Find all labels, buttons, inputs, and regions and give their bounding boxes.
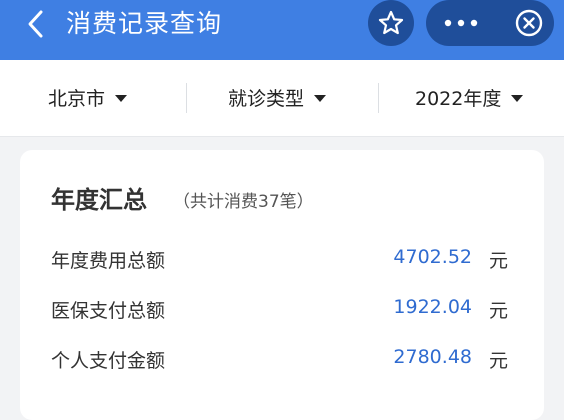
personal-paid-value: 2780.48: [393, 346, 472, 368]
star-outline-icon: [378, 10, 404, 35]
caret-down-icon: [115, 95, 128, 102]
year-filter-label: 2022年度: [415, 87, 502, 110]
visit-type-filter-label: 就诊类型: [228, 87, 305, 110]
visit-type-filter-dropdown[interactable]: 就诊类型: [228, 60, 327, 136]
more-dots-icon: [444, 19, 478, 27]
insurance-paid-label: 医保支付总额: [51, 300, 166, 322]
total-cost-value: 4702.52: [393, 246, 472, 268]
filter-divider: [186, 83, 187, 113]
filter-divider: [378, 83, 379, 113]
chevron-left-icon: [28, 10, 43, 38]
insurance-paid-unit: 元: [489, 300, 509, 322]
top-nav-bar: 消费记录查询: [0, 0, 564, 60]
summary-count: （共计消费37笔）: [173, 192, 314, 212]
year-filter-dropdown[interactable]: 2022年度: [415, 60, 524, 136]
close-circle-icon: [515, 9, 543, 37]
total-cost-label: 年度费用总额: [51, 250, 166, 272]
city-filter-label: 北京市: [48, 87, 106, 110]
page-title: 消费记录查询: [66, 9, 223, 38]
city-filter-dropdown[interactable]: 北京市: [48, 60, 128, 136]
annual-summary-card: 年度汇总 （共计消费37笔） 年度费用总额 4702.52 元 医保支付总额 1…: [20, 150, 544, 420]
close-button[interactable]: [504, 0, 554, 46]
favorite-button[interactable]: [368, 0, 414, 46]
summary-title: 年度汇总: [51, 186, 147, 214]
insurance-paid-value: 1922.04: [393, 296, 472, 318]
personal-paid-label: 个人支付金额: [51, 350, 166, 372]
personal-paid-unit: 元: [489, 350, 509, 372]
caret-down-icon: [314, 95, 327, 102]
filter-bar: 北京市 就诊类型 2022年度: [0, 60, 564, 137]
mini-program-capsule: [426, 0, 554, 46]
back-button[interactable]: [22, 9, 52, 39]
more-button[interactable]: [426, 0, 496, 46]
total-cost-unit: 元: [489, 250, 509, 272]
caret-down-icon: [511, 95, 524, 102]
